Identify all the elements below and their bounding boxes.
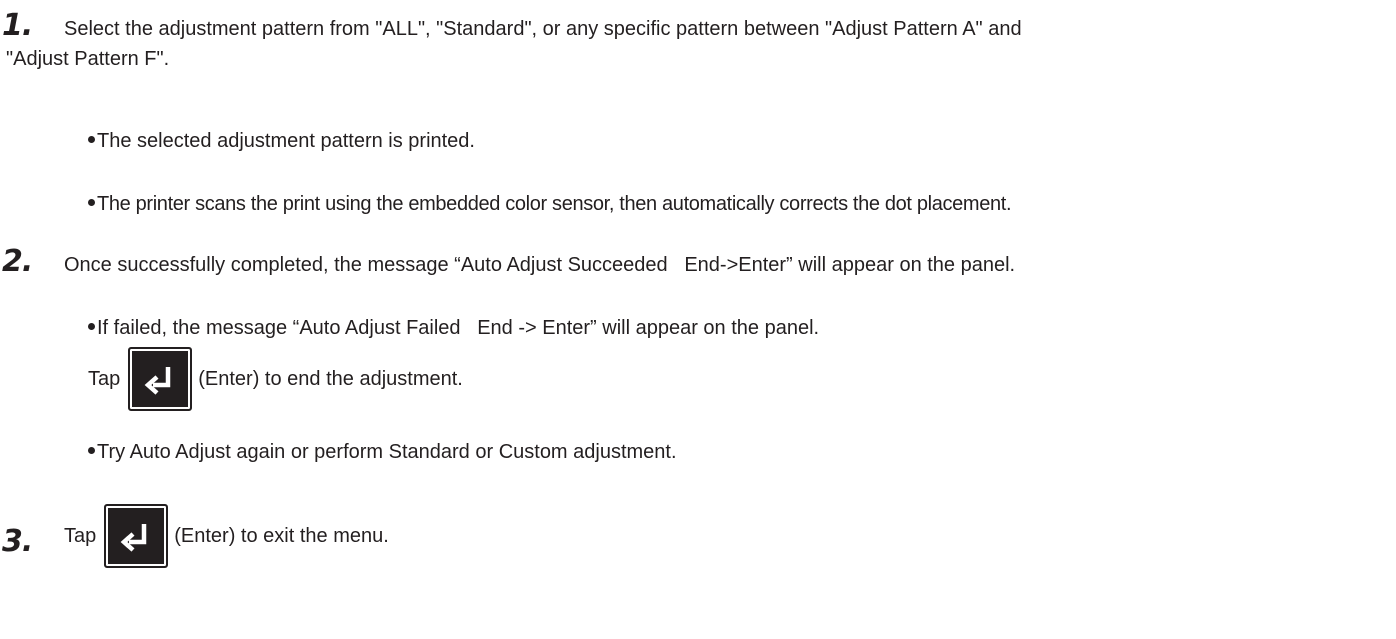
enter-key-button bbox=[128, 347, 193, 411]
tap-label: Tap bbox=[88, 368, 121, 390]
step-number: 2. bbox=[2, 244, 33, 279]
bullet-text: The selected adjustment pattern is print… bbox=[97, 130, 475, 152]
step-number: 3. bbox=[2, 524, 33, 559]
manual-page: 1. Select the adjustment pattern from "A… bbox=[0, 0, 1396, 639]
bullet-item: The printer scans the print using the em… bbox=[88, 190, 1012, 218]
tap-enter-instruction: Tap (Enter) to end the adjustment. bbox=[88, 341, 463, 417]
step-number: 1. bbox=[2, 8, 33, 43]
step-text-line-2: "Adjust Pattern F". bbox=[6, 48, 170, 70]
bullet-dot bbox=[88, 447, 95, 454]
tap-enter-instruction: Tap (Enter) to exit the menu. bbox=[64, 498, 389, 574]
step-text-line-1: Select the adjustment pattern from "ALL"… bbox=[64, 18, 1022, 40]
bullet-text: If failed, the message “Auto Adjust Fail… bbox=[97, 317, 820, 339]
step-text: Select the adjustment pattern from "ALL"… bbox=[6, 14, 1364, 74]
enter-key-button bbox=[104, 504, 169, 568]
bullet-dot bbox=[88, 199, 95, 206]
bullet-item: Try Auto Adjust again or perform Standar… bbox=[88, 438, 677, 466]
bullet-item: The selected adjustment pattern is print… bbox=[88, 127, 475, 155]
bullet-dot bbox=[88, 323, 95, 330]
bullet-dot bbox=[88, 136, 95, 143]
step-text: Once successfully completed, the message… bbox=[64, 250, 1364, 280]
tap-description: (Enter) to end the adjustment. bbox=[198, 368, 463, 390]
bullet-text: The printer scans the print using the em… bbox=[97, 193, 1012, 215]
enter-return-arrow-icon bbox=[144, 367, 171, 395]
tap-description: (Enter) to exit the menu. bbox=[174, 525, 389, 547]
tap-label: Tap bbox=[64, 525, 97, 547]
bullet-text: Try Auto Adjust again or perform Standar… bbox=[97, 441, 677, 463]
bullet-item: If failed, the message “Auto Adjust Fail… bbox=[88, 314, 819, 342]
step-text-line-1: Once successfully completed, the message… bbox=[64, 254, 1016, 276]
enter-return-arrow-icon bbox=[120, 524, 147, 552]
